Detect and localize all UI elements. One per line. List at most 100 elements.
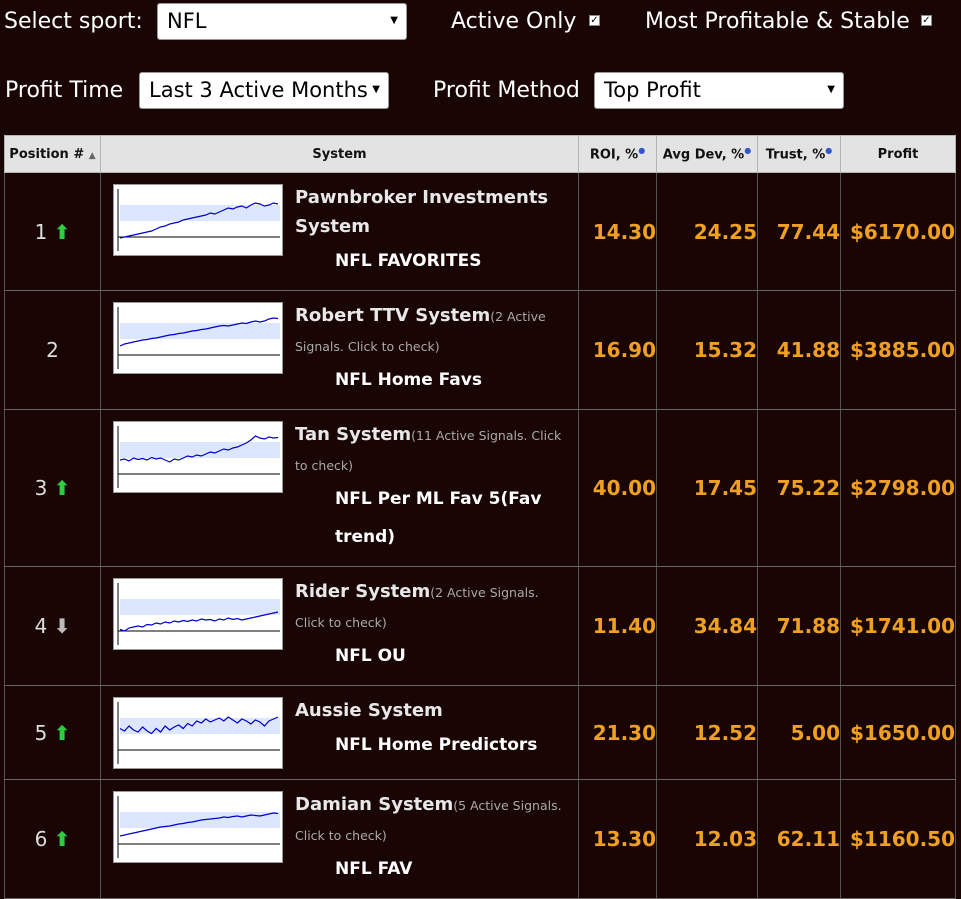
system-name-label: Aussie System xyxy=(295,700,443,721)
system-name-label: Robert TTV System xyxy=(295,305,491,326)
performance-chart-thumbnail[interactable] xyxy=(113,421,283,493)
system-name[interactable]: Tan System(11 Active Signals. Click to c… xyxy=(295,420,572,480)
sport-select-value: NFL xyxy=(167,9,207,33)
profit-method-select-value: Top Profit xyxy=(604,78,701,102)
roi-cell: 11.40 xyxy=(578,566,657,686)
sparkline-chart xyxy=(117,189,280,251)
position-number: 1 xyxy=(34,219,48,244)
profit-method-select[interactable]: Top Profit ▼ xyxy=(594,72,844,109)
sparkline-chart xyxy=(117,307,280,369)
sport-select[interactable]: NFL ▼ xyxy=(157,3,407,40)
table-row[interactable]: 2 Robert TTV System(2 Active Signals. Cl… xyxy=(4,290,956,410)
system-cell[interactable]: Robert TTV System(2 Active Signals. Clic… xyxy=(100,290,579,410)
roi-cell: 14.30 xyxy=(578,172,657,291)
performance-chart-thumbnail[interactable] xyxy=(113,697,283,769)
system-cell[interactable]: Damian System(5 Active Signals. Click to… xyxy=(100,779,579,899)
roi-cell: 13.30 xyxy=(578,779,657,899)
sparkline-chart xyxy=(117,796,280,858)
chevron-down-icon: ▼ xyxy=(372,84,380,95)
position-number: 3 xyxy=(34,476,48,500)
column-header-position-label: Position # xyxy=(9,146,85,162)
column-header-system[interactable]: System xyxy=(100,135,579,173)
profit-time-label: Profit Time xyxy=(5,78,124,103)
profit-cell: $6170.00 xyxy=(840,172,956,291)
column-header-avg-dev[interactable]: Avg Dev, %● xyxy=(656,135,758,173)
system-name-label: Rider System xyxy=(295,581,431,602)
system-cell[interactable]: Pawnbroker Investments System NFL FAVORI… xyxy=(100,172,579,291)
profit-cell: $1650.00 xyxy=(840,685,956,780)
most-profitable-checkbox[interactable]: ✓ xyxy=(921,15,932,26)
column-header-trust-label: Trust, % xyxy=(765,147,826,163)
arrow-up-icon: ⬆ xyxy=(53,476,71,500)
active-only-label: Active Only xyxy=(451,9,577,34)
performance-chart-thumbnail[interactable] xyxy=(113,184,283,256)
system-tag: NFL FAV xyxy=(335,859,413,879)
system-name-label: Tan System xyxy=(295,424,412,445)
system-cell[interactable]: Rider System(2 Active Signals. Click to … xyxy=(100,566,579,686)
avg-dev-cell: 12.52 xyxy=(656,685,758,780)
position-cell: 1 ⬆ xyxy=(4,172,101,291)
column-header-position[interactable]: Position # ▲ xyxy=(4,135,101,173)
select-sport-label: Select sport: xyxy=(4,9,143,34)
avg-dev-cell: 15.32 xyxy=(656,290,758,410)
info-icon[interactable]: ● xyxy=(744,146,751,155)
system-name[interactable]: Damian System(5 Active Signals. Click to… xyxy=(295,790,572,850)
system-tag: NFL OU xyxy=(335,646,406,666)
systems-table: Position # ▲ System ROI, %● Avg Dev, %● … xyxy=(4,135,956,899)
column-header-roi-label: ROI, % xyxy=(589,147,639,163)
profit-time-select[interactable]: Last 3 Active Months ▼ xyxy=(139,72,389,109)
roi-cell: 16.90 xyxy=(578,290,657,410)
system-name[interactable]: Aussie System xyxy=(295,696,572,726)
avg-dev-cell: 12.03 xyxy=(656,779,758,899)
column-header-profit-label: Profit xyxy=(877,146,919,162)
trust-cell: 5.00 xyxy=(757,685,841,780)
table-row[interactable]: 4 ⬇ Rider System(2 Active Signals. Click… xyxy=(4,566,956,686)
avg-dev-cell: 34.84 xyxy=(656,566,758,686)
trust-cell: 71.88 xyxy=(757,566,841,686)
system-name[interactable]: Robert TTV System(2 Active Signals. Clic… xyxy=(295,301,572,361)
arrow-up-icon: ⬆ xyxy=(53,720,71,745)
table-row[interactable]: 3 ⬆ Tan System(11 Active Signals. Click … xyxy=(4,409,956,567)
position-cell: 5 ⬆ xyxy=(4,685,101,780)
sparkline-chart xyxy=(117,702,280,764)
sparkline-chart xyxy=(117,583,280,645)
trust-cell: 41.88 xyxy=(757,290,841,410)
chevron-down-icon: ▼ xyxy=(827,84,835,95)
info-icon[interactable]: ● xyxy=(638,146,645,155)
table-row[interactable]: 6 ⬆ Damian System(5 Active Signals. Clic… xyxy=(4,779,956,899)
system-cell[interactable]: Tan System(11 Active Signals. Click to c… xyxy=(100,409,579,567)
avg-dev-cell: 17.45 xyxy=(656,409,758,567)
trust-cell: 77.44 xyxy=(757,172,841,291)
system-name[interactable]: Rider System(2 Active Signals. Click to … xyxy=(295,577,572,637)
position-cell: 6 ⬆ xyxy=(4,779,101,899)
position-cell: 4 ⬇ xyxy=(4,566,101,686)
table-row[interactable]: 1 ⬆ Pawnbroker Investments System NFL FA… xyxy=(4,172,956,291)
profit-method-label: Profit Method xyxy=(433,78,580,103)
performance-chart-thumbnail[interactable] xyxy=(113,302,283,374)
column-header-profit[interactable]: Profit xyxy=(840,135,956,173)
chevron-down-icon: ▼ xyxy=(390,15,398,26)
sort-asc-icon: ▲ xyxy=(88,150,96,161)
arrow-up-icon: ⬆ xyxy=(53,827,71,851)
system-cell[interactable]: Aussie System NFL Home Predictors xyxy=(100,685,579,780)
position-number: 5 xyxy=(34,720,48,745)
performance-chart-thumbnail[interactable] xyxy=(113,578,283,650)
arrow-up-icon: ⬆ xyxy=(53,219,71,244)
system-name-label: Pawnbroker Investments System xyxy=(295,187,549,237)
position-number: 6 xyxy=(34,827,48,851)
table-row[interactable]: 5 ⬆ Aussie System NFL Home Predictors 21… xyxy=(4,685,956,780)
roi-cell: 21.30 xyxy=(578,685,657,780)
system-tag: NFL Home Predictors xyxy=(335,735,538,755)
system-name[interactable]: Pawnbroker Investments System xyxy=(295,183,572,242)
trust-cell: 75.22 xyxy=(757,409,841,567)
active-only-checkbox[interactable]: ✓ xyxy=(589,15,600,26)
column-header-avg-dev-label: Avg Dev, % xyxy=(662,147,745,163)
sparkline-chart xyxy=(117,426,280,488)
column-header-roi[interactable]: ROI, %● xyxy=(578,135,657,173)
arrow-down-icon: ⬇ xyxy=(53,614,71,638)
performance-chart-thumbnail[interactable] xyxy=(113,791,283,863)
info-icon[interactable]: ● xyxy=(825,146,832,155)
system-tag: NFL Home Favs xyxy=(335,370,482,390)
avg-dev-cell: 24.25 xyxy=(656,172,758,291)
column-header-trust[interactable]: Trust, %● xyxy=(757,135,841,173)
